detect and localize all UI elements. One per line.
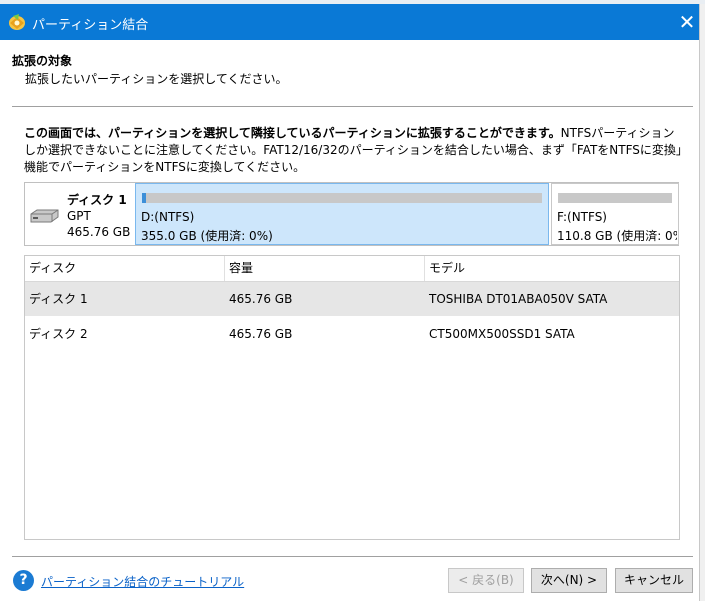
title-bar: パーティション結合 ✕ bbox=[0, 4, 699, 40]
table-row[interactable]: ディスク 1 465.76 GB TOSHIBA DT01ABA050V SAT… bbox=[25, 282, 679, 316]
hard-disk-icon bbox=[30, 209, 59, 223]
partition-usage-fill bbox=[142, 193, 146, 203]
disk-type: GPT bbox=[67, 209, 91, 223]
divider bbox=[12, 556, 693, 557]
cancel-button[interactable]: キャンセル bbox=[615, 568, 693, 593]
tutorial-link[interactable]: パーティション結合のチュートリアル bbox=[41, 573, 244, 590]
next-button[interactable]: 次へ(N) > bbox=[531, 568, 607, 593]
partition-usage-bar bbox=[142, 193, 542, 203]
cell-model: TOSHIBA DT01ABA050V SATA bbox=[429, 292, 608, 306]
partition-d[interactable]: D:(NTFS) 355.0 GB (使用済: 0%) bbox=[135, 183, 549, 245]
partition-label: D:(NTFS) bbox=[141, 210, 195, 224]
disk-info[interactable]: ディスク 1 GPT 465.76 GB bbox=[25, 183, 133, 245]
description-bold: この画面では、パーティションを選択して隣接しているパーティションに拡張することが… bbox=[24, 126, 561, 140]
partition-wizard-icon bbox=[9, 14, 25, 30]
cell-model: CT500MX500SSD1 SATA bbox=[429, 327, 575, 341]
disk-table: ディスク 容量 モデル ディスク 1 465.76 GB TOSHIBA DT0… bbox=[24, 255, 680, 540]
partition-f[interactable]: F:(NTFS) 110.8 GB (使用済: 0%) bbox=[551, 183, 679, 245]
section-title: 拡張の対象 bbox=[12, 54, 73, 68]
window-edge bbox=[699, 4, 705, 601]
cell-disk: ディスク 2 bbox=[29, 327, 88, 341]
column-header-disk[interactable]: ディスク bbox=[25, 256, 225, 281]
window-title: パーティション結合 bbox=[32, 18, 149, 33]
disk-map: ディスク 1 GPT 465.76 GB D:(NTFS) 355.0 GB (… bbox=[24, 182, 679, 246]
question-circle-icon[interactable]: ? bbox=[13, 570, 34, 591]
partition-detail: 110.8 GB (使用済: 0%) bbox=[557, 229, 677, 243]
partition-label: F:(NTFS) bbox=[557, 210, 607, 224]
cell-capacity: 465.76 GB bbox=[229, 327, 293, 341]
column-header-model[interactable]: モデル bbox=[425, 256, 679, 281]
disk-name: ディスク 1 bbox=[67, 193, 127, 207]
partition-detail: 355.0 GB (使用済: 0%) bbox=[141, 229, 273, 243]
table-header: ディスク 容量 モデル bbox=[25, 256, 679, 282]
table-row[interactable]: ディスク 2 465.76 GB CT500MX500SSD1 SATA bbox=[25, 317, 679, 351]
cell-disk: ディスク 1 bbox=[29, 292, 88, 306]
cell-capacity: 465.76 GB bbox=[229, 292, 293, 306]
divider bbox=[12, 106, 693, 107]
description-text: この画面では、パーティションを選択して隣接しているパーティションに拡張することが… bbox=[24, 125, 684, 176]
column-header-capacity[interactable]: 容量 bbox=[225, 256, 425, 281]
close-button[interactable]: ✕ bbox=[674, 9, 700, 35]
partition-usage-bar bbox=[558, 193, 672, 203]
section-subtitle: 拡張したいパーティションを選択してください。 bbox=[25, 72, 288, 86]
disk-size: 465.76 GB bbox=[67, 225, 131, 239]
back-button[interactable]: < 戻る(B) bbox=[448, 568, 524, 593]
